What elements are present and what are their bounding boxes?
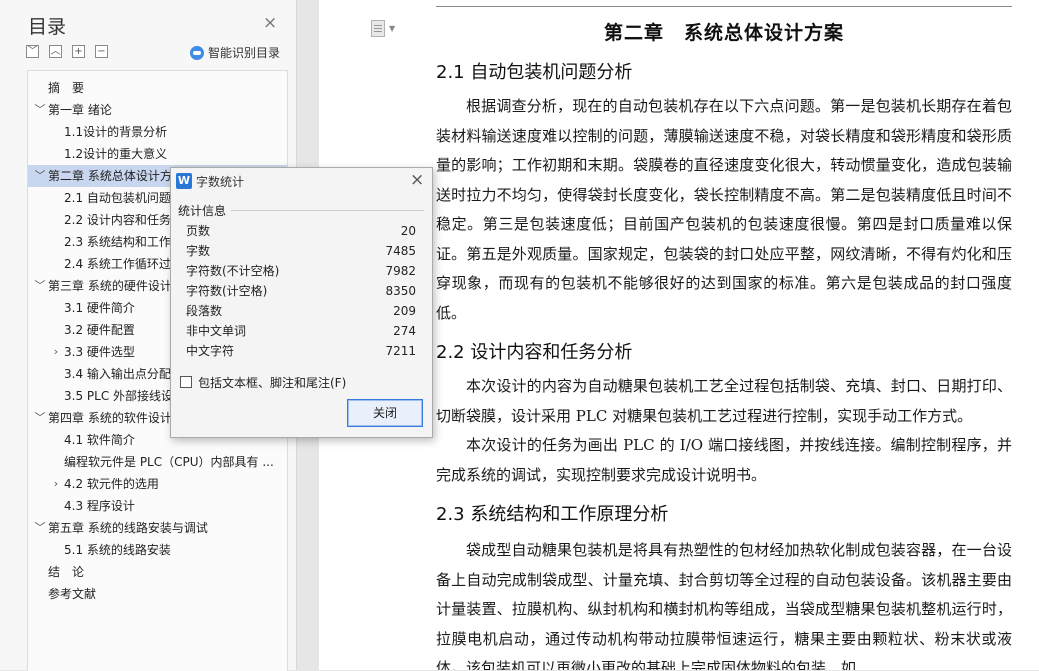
toc-item-label: 4.2 软元件的选用 [64, 477, 159, 491]
checkbox-box[interactable] [180, 376, 192, 388]
section-heading: 2.3 系统结构和工作原理分析 [436, 504, 669, 525]
chevron-right-icon[interactable]: › [48, 341, 64, 363]
toc-item[interactable]: 5.1 系统的线路安装 [28, 539, 287, 561]
checkbox-label: 包括文本框、脚注和尾注(F) [198, 376, 347, 390]
stats-value: 7485 [385, 244, 416, 258]
stats-label: 页数 [186, 224, 211, 238]
toc-item-label: 第二章 系统总体设计方案 [48, 169, 184, 183]
header-rule [436, 6, 1012, 7]
stats-row: 字符数(计空格) 8350 [186, 281, 416, 301]
toc-item-label: 3.4 输入输出点分配 [64, 367, 171, 381]
dialog-titlebar[interactable]: W 字数统计 × [171, 168, 432, 194]
stats-value: 209 [393, 304, 416, 318]
dialog-title: 字数统计 [196, 175, 245, 189]
toc-item[interactable]: ﹀ 第一章 绪论 [28, 99, 287, 121]
section-heading: 2.2 设计内容和任务分析 [436, 342, 633, 363]
stats-value: 7211 [385, 344, 416, 358]
stats-label: 字数 [186, 244, 211, 258]
stats-label: 非中文单词 [186, 324, 247, 338]
toc-item[interactable]: 结 论 [28, 561, 287, 583]
stats-row: 字符数(不计空格) 7982 [186, 261, 416, 281]
toc-item-label: 参考文献 [48, 587, 97, 601]
toc-item[interactable]: 参考文献 [28, 583, 287, 605]
stats-value: 20 [400, 224, 416, 238]
toc-item[interactable]: 1.2设计的重大意义 [28, 143, 287, 165]
stats-value: 8350 [385, 284, 416, 298]
toc-item-label: 编程软元件是 PLC（CPU）内部具有 ... [64, 455, 274, 469]
toc-item-label: 结 论 [48, 565, 85, 579]
toc-item-label: 4.1 软件简介 [64, 433, 135, 447]
stats-row: 中文字符 7211 [186, 341, 416, 361]
section-divider [231, 210, 424, 211]
toc-item-label: 第五章 系统的线路安装与调试 [48, 521, 208, 535]
smart-toc-label: 智能识别目录 [208, 46, 281, 60]
toc-item-label: 5.1 系统的线路安装 [64, 543, 171, 557]
close-icon[interactable]: × [410, 170, 424, 190]
chevron-down-icon[interactable]: ﹀ [32, 165, 48, 187]
toc-item-label: 2.4 系统工作循环过程 [64, 257, 183, 271]
paragraph: 根据调查分析，现在的自动包装机存在以下六点问题。第一是包装机长期存在着包装材料输… [436, 97, 1012, 322]
toc-item-label: 3.2 硬件配置 [64, 323, 135, 337]
toc-item-label: 1.1设计的背景分析 [64, 125, 168, 139]
toc-item[interactable]: ﹀ 第五章 系统的线路安装与调试 [28, 517, 287, 539]
toc-item-label: 1.2设计的重大意义 [64, 147, 168, 161]
stats-table: 页数 20 字数 7485 字符数(不计空格) 7982 字符数(计空格) 8350 段落数 20… [186, 221, 416, 361]
toc-item-label: 第一章 绪论 [48, 103, 112, 117]
chevron-right-icon[interactable]: › [48, 473, 64, 495]
chapter-title: 第二章 系统总体设计方案 [603, 22, 844, 44]
stats-row: 非中文单词 274 [186, 321, 416, 341]
smart-toc-icon [190, 46, 204, 60]
stats-row: 页数 20 [186, 221, 416, 241]
stats-label: 中文字符 [186, 344, 235, 358]
chevron-down-icon[interactable]: ﹀ [32, 517, 48, 539]
paragraph: 袋成型自动糖果包装机是将具有热塑性的包材经加热软化制成包装容器，在一台设备上自动… [436, 541, 1012, 670]
toc-item-label: 3.3 硬件选型 [64, 345, 135, 359]
toc-item[interactable]: 4.3 程序设计 [28, 495, 287, 517]
stats-row: 字数 7485 [186, 241, 416, 261]
app-icon: W [176, 173, 192, 189]
collapse-all-icon[interactable]: ︿ [49, 45, 62, 58]
toc-item-label: 摘 要 [48, 81, 85, 95]
page-options-icon[interactable] [371, 20, 385, 37]
chevron-down-icon[interactable]: ﹀ [32, 99, 48, 121]
toc-item[interactable]: 编程软元件是 PLC（CPU）内部具有 ... [28, 451, 287, 473]
expand-all-icon[interactable]: ﹀ [26, 45, 39, 58]
stats-label: 字符数(不计空格) [186, 264, 280, 278]
word-count-dialog: W 字数统计 × 统计信息 页数 20 字数 7485 字符数(不计空格) 7982 字符数… [170, 167, 433, 438]
close-button[interactable]: 关闭 [347, 399, 423, 427]
stats-label: 段落数 [186, 304, 223, 318]
chevron-down-icon[interactable]: ﹀ [32, 407, 48, 429]
paragraph: 本次设计的内容为自动糖果包装机工艺全过程包括制袋、充填、封口、日期打印、切断袋膜… [436, 377, 1012, 425]
toc-close-icon[interactable]: × [263, 13, 277, 33]
section-heading: 2.1 自动包装机问题分析 [436, 62, 633, 83]
include-textbox-checkbox[interactable]: 包括文本框、脚注和尾注(F) [180, 374, 346, 391]
toc-title: 目录 [28, 16, 67, 38]
smart-toc-button[interactable]: 智能识别目录 [190, 44, 280, 61]
toc-item[interactable]: 摘 要 [28, 77, 287, 99]
stats-value: 7982 [385, 264, 416, 278]
chevron-down-icon[interactable]: ▼ [389, 24, 395, 33]
stats-value: 274 [393, 324, 416, 338]
toc-item-label: 第四章 系统的软件设计 [48, 411, 172, 425]
remove-level-icon[interactable]: − [95, 45, 108, 58]
stats-row: 段落数 209 [186, 301, 416, 321]
toc-item-label: 3.1 硬件简介 [64, 301, 135, 315]
add-level-icon[interactable]: + [72, 45, 85, 58]
stats-label: 字符数(计空格) [186, 284, 268, 298]
toc-item[interactable]: 1.1设计的背景分析 [28, 121, 287, 143]
chevron-down-icon[interactable]: ﹀ [32, 275, 48, 297]
toc-item-label: 4.3 程序设计 [64, 499, 135, 513]
stats-section-label: 统计信息 [178, 204, 227, 218]
toc-item[interactable]: › 4.2 软元件的选用 [28, 473, 287, 495]
paragraph: 本次设计的任务为画出 PLC 的 I/O 端口接线图，并按线连接。编制控制程序，… [436, 436, 1012, 484]
toc-item-label: 3.5 PLC 外部接线设计 [64, 389, 186, 403]
toc-item-label: 第三章 系统的硬件设计 [48, 279, 172, 293]
